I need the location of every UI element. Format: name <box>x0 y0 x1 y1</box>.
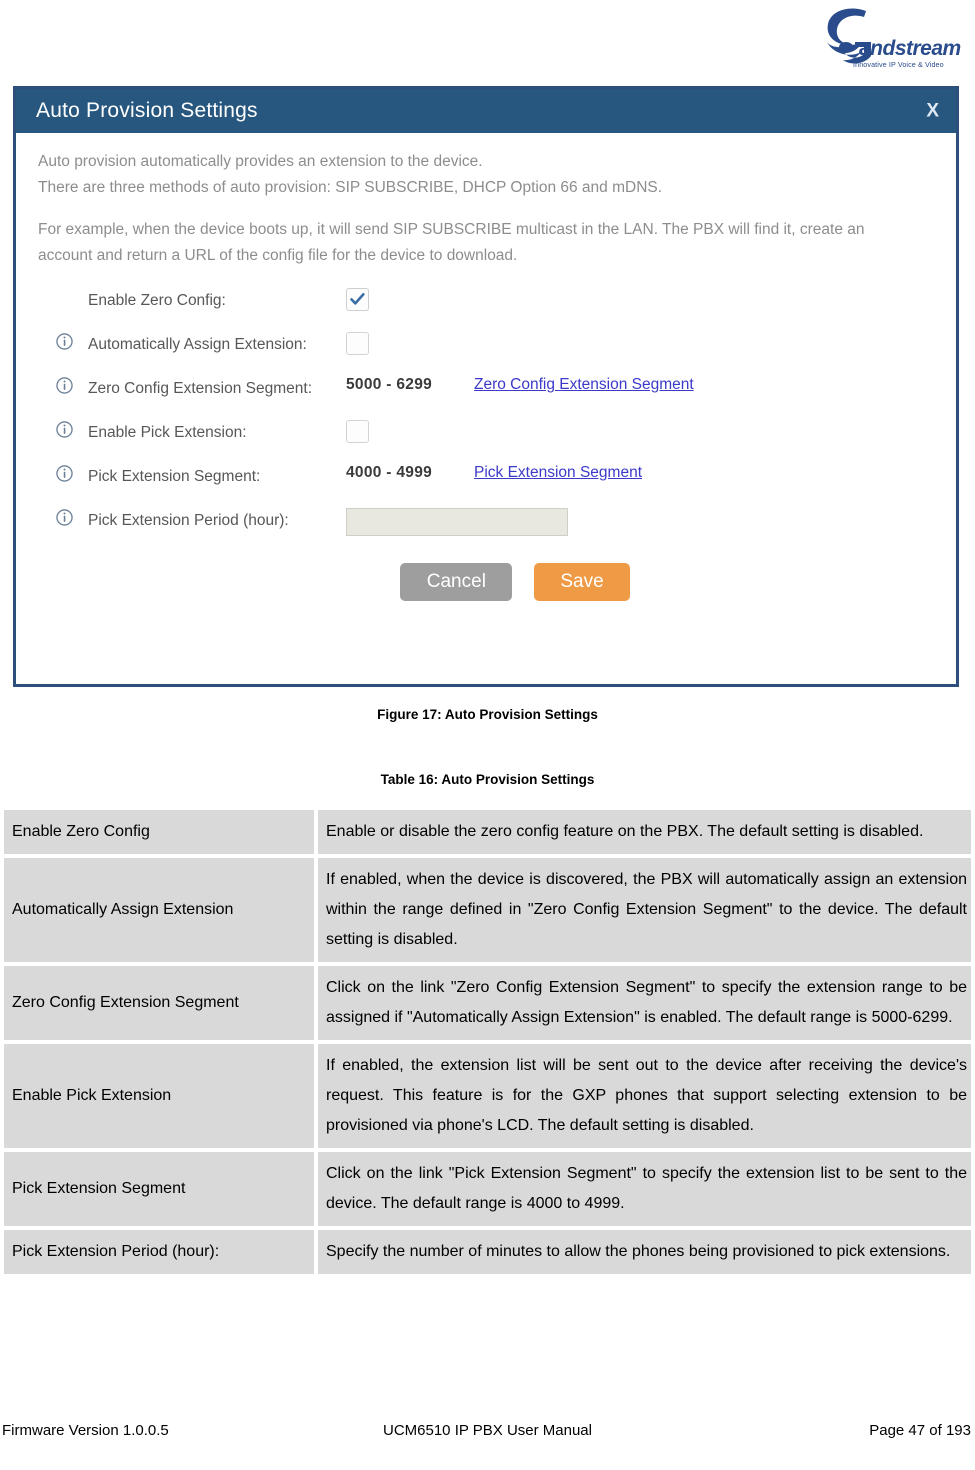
table-cell-setting-description: If enabled, the extension list will be s… <box>318 1044 971 1148</box>
form-row-zero-config-extension-segment: Zero Config Extension Segment: 5000 - 62… <box>56 375 934 405</box>
info-col <box>56 463 88 487</box>
page-footer: Firmware Version 1.0.0.5 UCM6510 IP PBX … <box>0 1422 975 1448</box>
info-col <box>56 331 88 355</box>
field-label-automatically-assign-extension: Automatically Assign Extension: <box>88 336 307 353</box>
info-col <box>56 375 88 399</box>
form-row-enable-pick-extension: Enable Pick Extension: <box>56 419 934 449</box>
dialog-titlebar: Auto Provision Settings X <box>16 89 956 133</box>
info-col <box>56 419 88 443</box>
grandstream-logo-icon: andstream Innovative IP Voice & Video <box>827 8 961 69</box>
table-cell-setting-description: Specify the number of minutes to allow t… <box>318 1230 971 1274</box>
info-icon[interactable] <box>56 465 73 482</box>
table-cell-setting-name: Pick Extension Period (hour): <box>4 1230 314 1274</box>
table-cell-setting-name: Enable Zero Config <box>4 810 314 854</box>
close-icon[interactable]: X <box>926 102 939 121</box>
page-header: andstream Innovative IP Voice & Video <box>0 0 975 78</box>
info-icon[interactable] <box>56 509 73 526</box>
cancel-button[interactable]: Cancel <box>400 563 513 601</box>
intro-line-4: account and return a URL of the config f… <box>38 247 518 264</box>
auto-provision-form: Enable Zero Config: Automatically Assign… <box>56 287 934 601</box>
field-value-enable-zero-config <box>346 287 934 311</box>
table-row: Pick Extension Segment Click on the link… <box>4 1152 971 1226</box>
footer-page-number: Page 47 of 193 <box>869 1422 971 1439</box>
footer-document-title: UCM6510 IP PBX User Manual <box>383 1422 592 1439</box>
table-cell-setting-description: Enable or disable the zero config featur… <box>318 810 971 854</box>
field-label-zero-config-extension-segment: Zero Config Extension Segment: <box>88 380 313 397</box>
field-value-pick-extension-period <box>346 507 934 536</box>
field-value-pick-extension-segment: 4000 - 4999 Pick Extension Segment <box>346 463 934 482</box>
info-col <box>56 507 88 531</box>
check-icon <box>350 293 365 305</box>
logo-tagline: Innovative IP Voice & Video <box>853 60 944 69</box>
enable-zero-config-checkbox[interactable] <box>346 288 369 311</box>
info-icon[interactable] <box>56 333 73 350</box>
table-row: Pick Extension Period (hour): Specify th… <box>4 1230 971 1274</box>
dialog-actions: Cancel Save <box>56 563 934 601</box>
table-cell-setting-name: Pick Extension Segment <box>4 1152 314 1226</box>
field-value-zero-config-extension-segment: 5000 - 6299 Zero Config Extension Segmen… <box>346 375 934 394</box>
save-button[interactable]: Save <box>534 563 630 601</box>
auto-provision-settings-dialog: Auto Provision Settings X Auto provision… <box>13 86 959 687</box>
automatically-assign-extension-checkbox[interactable] <box>346 332 369 355</box>
table-cell-setting-description: If enabled, when the device is discovere… <box>318 858 971 962</box>
intro-line-3: For example, when the device boots up, i… <box>38 221 865 238</box>
pick-extension-period-input[interactable] <box>346 508 568 536</box>
dialog-title: Auto Provision Settings <box>36 99 258 122</box>
table-cell-setting-name: Automatically Assign Extension <box>4 858 314 962</box>
table-cell-setting-name: Zero Config Extension Segment <box>4 966 314 1040</box>
field-label-pick-extension-period: Pick Extension Period (hour): <box>88 512 289 529</box>
field-value-enable-pick-extension <box>346 419 934 443</box>
form-row-automatically-assign-extension: Automatically Assign Extension: <box>56 331 934 361</box>
grandstream-logo: andstream Innovative IP Voice & Video <box>819 2 969 72</box>
table-row: Zero Config Extension Segment Click on t… <box>4 966 971 1040</box>
info-icon[interactable] <box>56 377 73 394</box>
table-cell-setting-description: Click on the link "Pick Extension Segmen… <box>318 1152 971 1226</box>
svg-text:andstream: andstream <box>859 37 961 60</box>
dialog-body: Auto provision automatically provides an… <box>16 133 956 601</box>
form-row-pick-extension-period: Pick Extension Period (hour): <box>56 507 934 537</box>
form-row-pick-extension-segment: Pick Extension Segment: 4000 - 4999 Pick… <box>56 463 934 493</box>
table-row: Enable Zero Config Enable or disable the… <box>4 810 971 854</box>
enable-pick-extension-checkbox[interactable] <box>346 420 369 443</box>
table-cell-setting-name: Enable Pick Extension <box>4 1044 314 1148</box>
dialog-intro: Auto provision automatically provides an… <box>38 149 934 269</box>
field-value-automatically-assign-extension <box>346 331 934 355</box>
intro-line-1: Auto provision automatically provides an… <box>38 153 483 170</box>
zero-config-extension-segment-link[interactable]: Zero Config Extension Segment <box>474 376 694 394</box>
field-label-enable-zero-config: Enable Zero Config: <box>88 292 226 309</box>
table-row: Automatically Assign Extension If enable… <box>4 858 971 962</box>
form-row-enable-zero-config: Enable Zero Config: <box>56 287 934 317</box>
table-caption: Table 16: Auto Provision Settings <box>380 772 595 787</box>
pick-extension-range: 4000 - 4999 <box>346 464 433 481</box>
table-row: Enable Pick Extension If enabled, the ex… <box>4 1044 971 1148</box>
table-cell-setting-description: Click on the link "Zero Config Extension… <box>318 966 971 1040</box>
figure-caption: Figure 17: Auto Provision Settings <box>377 707 598 722</box>
info-icon[interactable] <box>56 421 73 438</box>
field-label-enable-pick-extension: Enable Pick Extension: <box>88 424 247 441</box>
field-label-pick-extension-segment: Pick Extension Segment: <box>88 468 261 485</box>
intro-line-2: There are three methods of auto provisio… <box>38 179 663 196</box>
pick-extension-segment-link[interactable]: Pick Extension Segment <box>474 464 642 482</box>
zero-config-extension-range: 5000 - 6299 <box>346 376 433 393</box>
auto-provision-settings-table: Enable Zero Config Enable or disable the… <box>0 806 975 1278</box>
info-col <box>56 287 88 289</box>
